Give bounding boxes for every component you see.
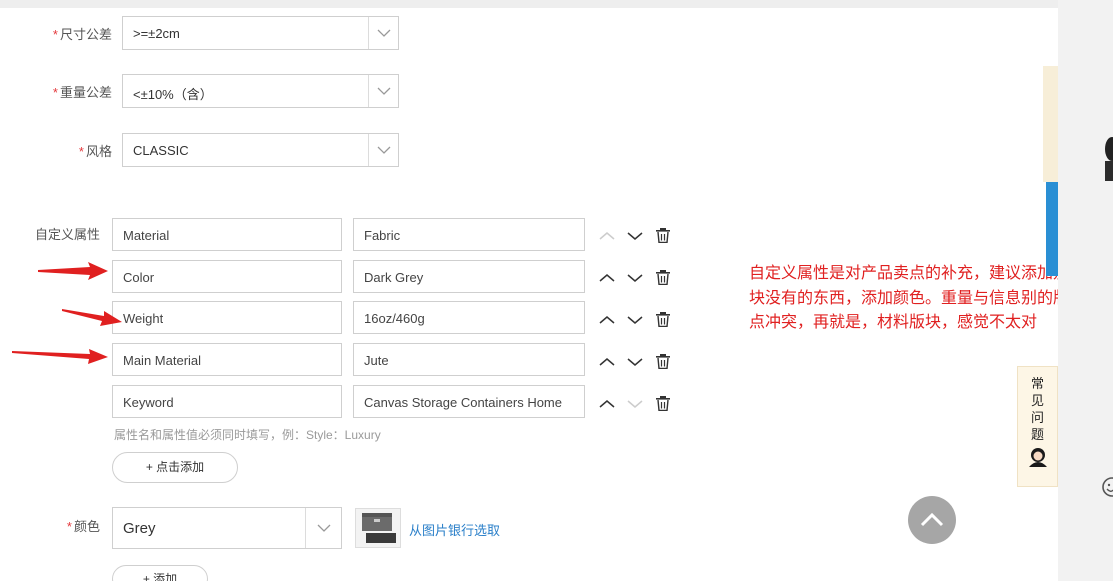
attr-value-input[interactable]: 16oz/460g	[353, 301, 585, 334]
custom-attrs-hint: 属性名和属性值必须同时填写，例：Style：Luxury	[114, 428, 381, 442]
chevron-down-icon[interactable]	[305, 508, 341, 548]
attr-name-input[interactable]: Color	[112, 260, 342, 293]
scroll-top-icon	[920, 512, 944, 527]
chevron-down-icon[interactable]	[627, 231, 643, 241]
side-indicator	[1046, 182, 1058, 276]
top-bar	[0, 0, 1060, 8]
arrow-icon	[38, 262, 108, 280]
attr-value-input[interactable]: Dark Grey	[353, 260, 585, 293]
faq-widget[interactable]: 常见问题	[1017, 366, 1058, 487]
weight-tolerance-label: * 重量公差	[52, 85, 112, 100]
side-tab[interactable]	[1043, 66, 1058, 182]
size-tolerance-select[interactable]: >=±2cm	[122, 16, 399, 50]
chevron-down-icon[interactable]	[368, 75, 398, 107]
chevron-up-icon[interactable]	[599, 399, 615, 409]
attr-name-input[interactable]: Material	[112, 218, 342, 251]
chevron-up-icon[interactable]	[599, 231, 615, 241]
trash-icon[interactable]	[656, 270, 670, 285]
trash-icon[interactable]	[656, 354, 670, 369]
image-bank-link[interactable]: 从图片银行选取	[409, 520, 500, 539]
add-color-button[interactable]: + 添加	[112, 565, 208, 581]
attr-name-input[interactable]: Keyword	[112, 385, 342, 418]
chevron-down-icon[interactable]	[627, 399, 643, 409]
chevron-down-icon[interactable]	[627, 357, 643, 367]
chevron-down-icon[interactable]	[627, 315, 643, 325]
attr-name-input[interactable]: Main Material	[112, 343, 342, 376]
trash-icon[interactable]	[656, 228, 670, 243]
color-select[interactable]: Grey	[112, 507, 342, 549]
size-tolerance-label: * 尺寸公差	[52, 27, 112, 42]
chevron-down-icon[interactable]	[368, 17, 398, 49]
scroll-top-button[interactable]	[908, 496, 956, 544]
trash-icon[interactable]	[656, 312, 670, 327]
add-attr-button[interactable]: + 点击添加	[112, 452, 238, 483]
faq-label: 常见问题	[1030, 376, 1044, 442]
chevron-down-icon[interactable]	[627, 273, 643, 283]
avatar-icon	[1028, 448, 1047, 467]
chevron-up-icon[interactable]	[599, 273, 615, 283]
chevron-up-icon[interactable]	[599, 315, 615, 325]
arrow-icon	[12, 349, 108, 364]
attr-name-input[interactable]: Weight	[112, 301, 342, 334]
attr-value-input[interactable]: Jute	[353, 343, 585, 376]
chevron-down-icon[interactable]	[368, 134, 398, 166]
attr-value-input[interactable]: Fabric	[353, 218, 585, 251]
color-thumbnail[interactable]	[355, 508, 401, 548]
custom-attrs-label: 自定义属性	[34, 227, 100, 242]
style-select[interactable]: CLASSIC	[122, 133, 399, 167]
avatar-icon	[1105, 137, 1113, 181]
color-label: * 颜色	[66, 519, 100, 534]
smiley-icon[interactable]	[1100, 476, 1113, 498]
trash-icon[interactable]	[656, 396, 670, 411]
chevron-up-icon[interactable]	[599, 357, 615, 367]
attr-value-input[interactable]: Canvas Storage Containers Home	[353, 385, 585, 418]
weight-tolerance-select[interactable]: <±10%（含）	[122, 74, 399, 108]
arrow-icon	[62, 309, 122, 326]
style-label: * 风格	[78, 144, 112, 159]
